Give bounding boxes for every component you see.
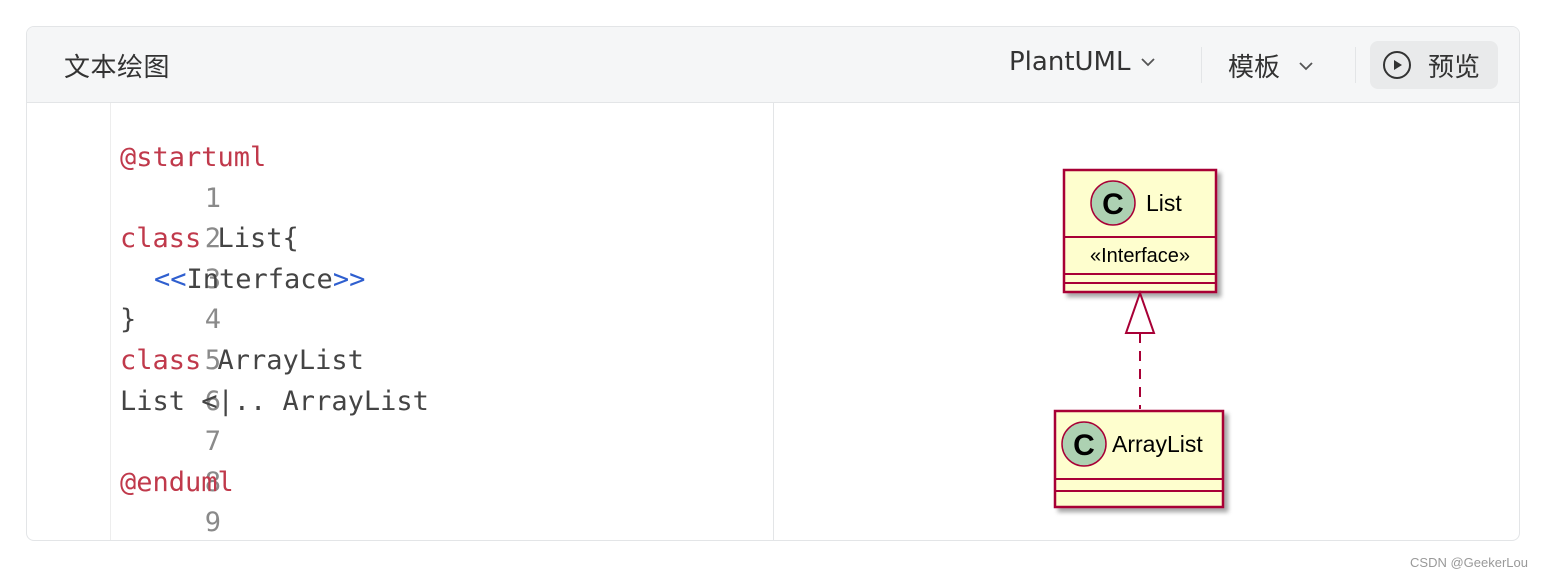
class-box-arraylist: C ArrayList xyxy=(1053,409,1225,509)
class-badge-letter: C xyxy=(1102,188,1124,221)
code-text: @enduml xyxy=(120,466,234,498)
code-line: 2 xyxy=(27,179,221,254)
code-line: 9 @enduml xyxy=(27,463,234,539)
header-divider xyxy=(1201,47,1202,83)
class-name-arraylist: ArrayList xyxy=(1112,431,1203,457)
code-line: 4 <<Interface>> xyxy=(27,260,365,336)
code-text: class ArrayList xyxy=(120,341,364,382)
text-diagram-panel: 文本绘图 PlantUML 模板 预览 1 @startuml 2 3 clas… xyxy=(26,26,1520,541)
code-text: } xyxy=(120,304,137,336)
code-line: 3 class List{ xyxy=(27,219,299,295)
panel-title: 文本绘图 xyxy=(64,53,171,83)
stereotype-close: >> xyxy=(332,263,366,295)
code-editor[interactable]: 1 @startuml 2 3 class List{ 4 <<Interfac… xyxy=(27,103,774,540)
diagram-preview: C List «Interface» C ArrayList xyxy=(775,103,1519,540)
code-token: List{ xyxy=(201,223,299,255)
code-line: 7 List <|.. ArrayList xyxy=(27,382,429,458)
code-token: ArrayList xyxy=(201,344,364,376)
chevron-down-icon xyxy=(1141,58,1156,67)
chevron-down-icon xyxy=(1299,61,1313,70)
code-text: @startuml xyxy=(120,142,267,173)
header-divider xyxy=(1355,47,1356,83)
code-line: 5 } xyxy=(27,300,221,376)
template-dropdown-label: 模板 xyxy=(1228,53,1281,83)
realization-arrow xyxy=(1124,289,1156,409)
language-dropdown[interactable]: PlantUML xyxy=(1009,47,1156,77)
code-text: List <|.. ArrayList xyxy=(120,385,429,417)
uml-diagram: C List «Interface» C ArrayList xyxy=(1053,168,1225,509)
code-line: 1 @startuml xyxy=(27,138,266,214)
hollow-triangle-icon xyxy=(1124,289,1156,334)
template-dropdown[interactable]: 模板 xyxy=(1228,47,1314,84)
preview-button-label: 预览 xyxy=(1428,52,1481,83)
class-badge-letter: C xyxy=(1073,429,1095,462)
code-lines: 1 @startuml 2 3 class List{ 4 <<Interfac… xyxy=(27,138,429,539)
play-circle-icon xyxy=(1383,51,1411,79)
line-number: 9 xyxy=(204,507,222,539)
code-line: 6 class ArrayList xyxy=(27,341,364,417)
class-name-list: List xyxy=(1146,190,1182,216)
panel-header: 文本绘图 PlantUML 模板 预览 xyxy=(27,27,1519,103)
keyword: class xyxy=(120,344,202,376)
preview-button[interactable]: 预览 xyxy=(1370,41,1498,89)
code-token: Interface xyxy=(186,263,333,295)
stereotype-label: «Interface» xyxy=(1090,245,1190,267)
code-text: class List{ xyxy=(120,219,299,260)
class-box-list: C List «Interface» xyxy=(1062,168,1218,294)
stereotype-open: << xyxy=(154,263,187,295)
code-text: <<Interface>> xyxy=(154,260,365,301)
watermark: CSDN @GeekerLou xyxy=(1410,555,1528,570)
language-dropdown-label: PlantUML xyxy=(1009,47,1131,77)
code-line: 8 xyxy=(27,422,221,498)
keyword: class xyxy=(120,223,202,255)
